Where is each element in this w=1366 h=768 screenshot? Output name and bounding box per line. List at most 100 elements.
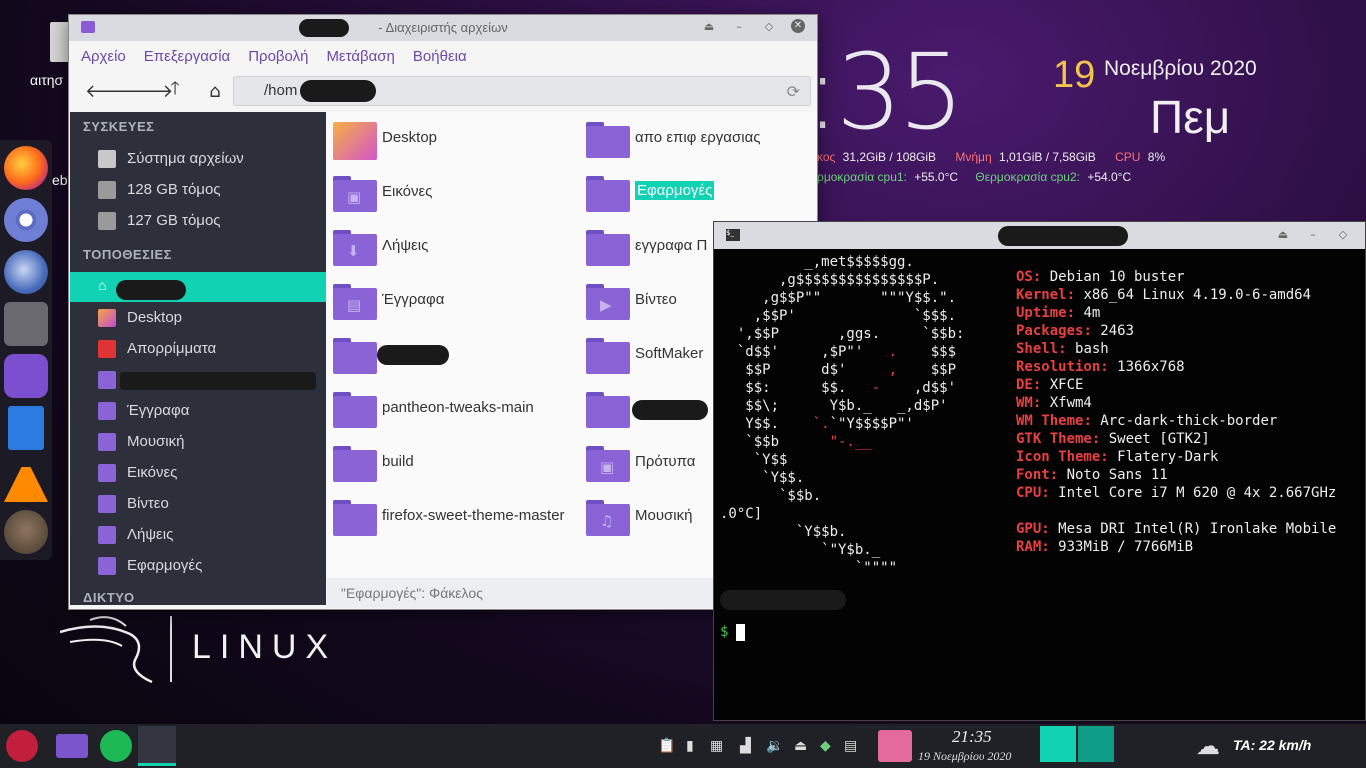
vlc-icon[interactable] <box>4 458 48 502</box>
maximize-button[interactable]: ◇ <box>1335 228 1351 241</box>
sidebar-item-home[interactable]: ⌂ <box>70 272 326 302</box>
file-manager-task-icon[interactable] <box>56 734 88 758</box>
document-writer-icon[interactable] <box>8 406 44 450</box>
file-label: Πρότυπα <box>635 453 696 470</box>
maximize-button[interactable]: ◇ <box>761 20 777 33</box>
sidebar-item-filesystem[interactable]: Σύστημα αρχείων <box>70 144 326 174</box>
sidebar-item-downloads[interactable]: Λήψεις <box>70 520 326 550</box>
terminal-window[interactable]: $_ Τερματικό - ⏏ – ◇ _,met$$$$$gg. ,g$$$… <box>713 221 1366 721</box>
sidebar-item-applications[interactable]: Εφαρμογές <box>70 551 326 581</box>
location-bar[interactable]: /hom ⟳ <box>233 76 811 106</box>
sidebar-item-desktop[interactable]: Desktop <box>70 303 326 333</box>
system-info-line: Resolution: 1366x768 <box>1016 359 1185 375</box>
panel-clock-date[interactable]: 19 Νοεμβρίου 2020 <box>918 749 1011 764</box>
terminal-titlebar[interactable]: $_ Τερματικό - ⏏ – ◇ <box>714 222 1365 249</box>
shade-button[interactable]: ⏏ <box>701 20 717 33</box>
file-item-desktop-copy[interactable]: απο επιφ εργασιας <box>586 116 817 164</box>
file-item-firefox-sweet-theme[interactable]: firefox-sweet-theme-master <box>333 494 583 542</box>
system-info-value: bash <box>1075 341 1109 357</box>
system-info-value: x86_64 Linux 4.19.0-6-amd64 <box>1083 287 1312 303</box>
package-icon[interactable]: ◆ <box>820 738 831 754</box>
system-info-value: Debian 10 buster <box>1049 269 1185 285</box>
sidebar-item-volume-128[interactable]: 128 GB τόμος <box>70 175 326 205</box>
folder-icon <box>586 230 630 266</box>
logo-divider <box>170 616 172 682</box>
system-info-key: OS <box>1016 269 1033 285</box>
home-icon[interactable]: ⌂ <box>205 81 225 102</box>
battery-icon[interactable]: ▮ <box>686 738 694 754</box>
thunderbird-icon[interactable] <box>4 250 48 294</box>
file-label: firefox-sweet-theme-master <box>382 507 565 524</box>
location-path: /hom <box>264 82 298 99</box>
eject-icon[interactable]: ⏏ <box>794 738 807 754</box>
menu-help[interactable]: Βοήθεια <box>413 48 467 65</box>
sidebar-item-videos[interactable]: Βίντεο <box>70 489 326 519</box>
system-info-line: OS: Debian 10 buster <box>1016 269 1185 285</box>
network-signal-icon[interactable]: ▟ <box>740 738 751 754</box>
file-item-build[interactable]: build <box>333 440 583 488</box>
back-arrow-icon[interactable]: 🡐 <box>85 81 133 102</box>
sidebar-item-label: Σύστημα αρχείων <box>127 150 244 167</box>
workspace-1[interactable] <box>1040 726 1076 762</box>
file-item-pantheon-tweaks[interactable]: pantheon-tweaks-main <box>333 386 583 434</box>
file-item-downloads[interactable]: ⬇ Λήψεις <box>333 224 583 272</box>
file-manager-titlebar[interactable]: - Διαχειριστής αρχείων ⏏ – ◇ ✕ <box>69 15 817 41</box>
documents-folder-icon: ▤ <box>333 284 377 320</box>
system-info-key: Resolution <box>1016 359 1101 375</box>
clipboard-icon[interactable]: 📋 <box>658 738 675 754</box>
workspace-2[interactable] <box>1078 726 1114 762</box>
panel-clock-time[interactable]: 21:35 <box>952 727 992 747</box>
sidebar-item-label: Desktop <box>127 309 183 326</box>
forward-arrow-icon[interactable]: 🡒 <box>125 81 173 102</box>
system-info-line: Font: Noto Sans 11 <box>1016 467 1168 483</box>
close-button[interactable]: ✕ <box>791 19 805 33</box>
file-label: Λήψεις <box>382 237 429 254</box>
system-info-line: Uptime: 4m <box>1016 305 1101 321</box>
lock-screen-icon[interactable] <box>878 730 912 762</box>
updates-icon[interactable]: ▦ <box>710 738 723 754</box>
shell-prompt: $ <box>720 623 746 641</box>
shade-button[interactable]: ⏏ <box>1275 228 1291 241</box>
vpn-icon[interactable] <box>4 302 48 346</box>
sidebar-item-pictures[interactable]: Εικόνες <box>70 458 326 488</box>
folder-icon <box>333 338 377 374</box>
spotify-icon[interactable] <box>100 730 132 762</box>
file-item-pictures[interactable]: ▣ Εικόνες <box>333 170 583 218</box>
firefox-icon[interactable] <box>4 146 48 190</box>
chromium-icon[interactable] <box>4 198 48 242</box>
desktop-file-label-2: eb <box>52 172 68 188</box>
terminal-output[interactable]: _,met$$$$$gg. ,g$$$$$$$$$$$$$$$P. ,g$$P"… <box>720 253 1365 718</box>
file-item-redacted-folder[interactable] <box>333 332 583 380</box>
file-label: Εικόνες <box>382 183 433 200</box>
sidebar-item-volume-127[interactable]: 127 GB τόμος <box>70 206 326 236</box>
gimp-icon[interactable] <box>4 510 48 554</box>
sidebar-item-music[interactable]: Μουσική <box>70 427 326 457</box>
file-item-documents[interactable]: ▤ Έγγραφα <box>333 278 583 326</box>
up-arrow-icon[interactable]: 🡑 <box>165 76 185 106</box>
file-label: build <box>382 453 414 470</box>
sidebar-item-trash[interactable]: Απορρίμματα <box>70 334 326 364</box>
weather-cloud-icon: ☁ <box>1196 732 1220 760</box>
minimize-button[interactable]: – <box>731 20 747 33</box>
menu-view[interactable]: Προβολή <box>248 48 308 65</box>
folder-icon <box>586 392 630 428</box>
debian-menu-icon[interactable] <box>6 730 38 762</box>
reload-icon[interactable]: ⟳ <box>787 82 800 102</box>
sidebar-item-documents[interactable]: Έγγραφα <box>70 396 326 426</box>
desktop-icon <box>98 309 116 327</box>
sidebar-item-redacted[interactable] <box>70 365 326 395</box>
menu-file[interactable]: Αρχείο <box>81 48 126 65</box>
file-label: Έγγραφα <box>382 291 445 308</box>
file-item-applications[interactable]: Εφαρμογές <box>586 170 817 218</box>
menu-go[interactable]: Μετάβαση <box>326 48 394 65</box>
system-info-value: 933MiB / 7766MiB <box>1058 539 1194 555</box>
terminal-task-icon[interactable] <box>138 726 176 766</box>
system-info-line: DE: XFCE <box>1016 377 1084 393</box>
file-item-desktop[interactable]: Desktop <box>333 116 583 164</box>
keyboard-layout-us-icon[interactable]: ▤ <box>844 738 857 754</box>
minimize-button[interactable]: – <box>1305 228 1321 241</box>
menu-edit[interactable]: Επεξεργασία <box>144 48 230 65</box>
viber-icon[interactable] <box>4 354 48 398</box>
cpu-value: 8% <box>1147 150 1166 164</box>
volume-icon[interactable]: 🔉 <box>766 738 783 754</box>
